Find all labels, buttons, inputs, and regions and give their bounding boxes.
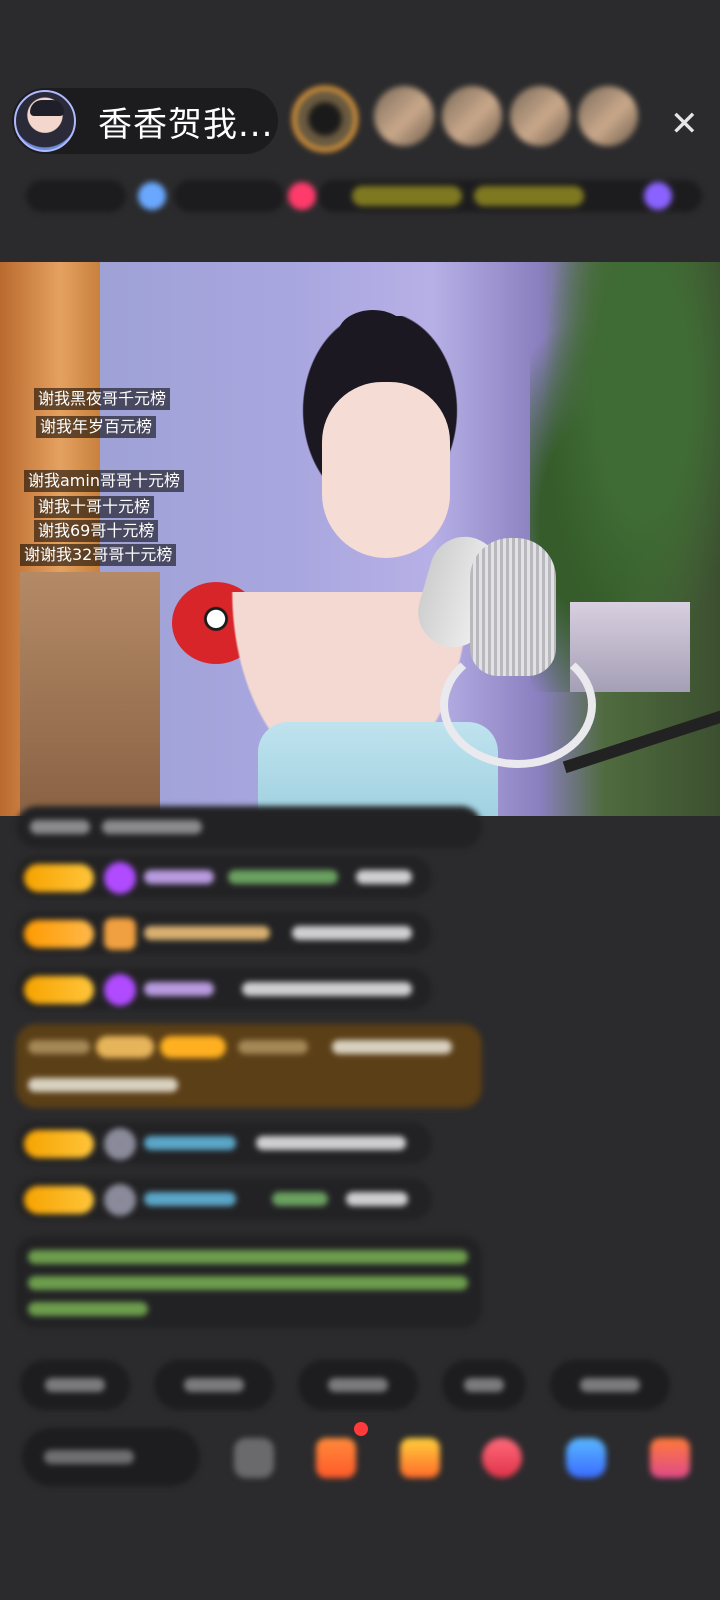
chat-message[interactable] bbox=[16, 968, 432, 1010]
quick-reply-chip[interactable] bbox=[20, 1360, 130, 1410]
emoji-icon[interactable] bbox=[234, 1438, 274, 1478]
viewer-avatar[interactable] bbox=[292, 86, 358, 152]
gem-icon bbox=[104, 862, 136, 894]
level-badge bbox=[24, 976, 94, 1004]
chat-message[interactable] bbox=[16, 1178, 432, 1220]
chat-message[interactable] bbox=[16, 912, 432, 954]
status-row bbox=[26, 176, 702, 216]
thanks-line: 谢我十哥十元榜 bbox=[34, 496, 155, 518]
level-badge bbox=[24, 864, 94, 892]
level-badge bbox=[24, 1186, 94, 1214]
quick-reply-chip[interactable] bbox=[550, 1360, 670, 1410]
level-badge bbox=[24, 1130, 94, 1158]
level-chip[interactable] bbox=[26, 180, 126, 212]
avatar-icon bbox=[104, 1128, 136, 1160]
gift-message[interactable] bbox=[16, 1024, 482, 1108]
announcement-text bbox=[474, 186, 584, 206]
chat-input[interactable] bbox=[22, 1428, 200, 1486]
notification-dot bbox=[354, 1422, 368, 1436]
viewer-avatar[interactable] bbox=[374, 86, 434, 146]
gem-icon bbox=[104, 918, 136, 950]
box-icon[interactable] bbox=[400, 1438, 440, 1478]
thanks-line: 谢谢我32哥哥十元榜 bbox=[20, 544, 177, 566]
level-badge bbox=[24, 920, 94, 948]
mic-mount bbox=[440, 642, 596, 768]
avatar-icon bbox=[104, 1184, 136, 1216]
rank-icon bbox=[138, 182, 166, 210]
quick-replies[interactable] bbox=[20, 1360, 670, 1410]
viewer-avatar[interactable] bbox=[578, 86, 638, 146]
chat-message[interactable] bbox=[16, 1122, 432, 1164]
top-viewers[interactable] bbox=[292, 86, 638, 152]
thanks-line: 谢我黑夜哥千元榜 bbox=[34, 388, 171, 410]
rank-chip[interactable] bbox=[174, 180, 284, 212]
gem-icon bbox=[104, 974, 136, 1006]
viewer-avatar[interactable] bbox=[510, 86, 570, 146]
host-info[interactable]: 香香贺我... bbox=[12, 88, 278, 154]
hot-icon bbox=[288, 182, 316, 210]
live-video[interactable]: 谢我黑夜哥千元榜 谢我年岁百元榜 谢我amin哥哥十元榜 谢我十哥十元榜 谢我6… bbox=[0, 262, 720, 816]
gift-icon[interactable] bbox=[316, 1438, 356, 1478]
streamer-face bbox=[322, 382, 450, 558]
streamer-bun bbox=[338, 310, 408, 358]
chat-message[interactable] bbox=[16, 806, 482, 848]
system-notice bbox=[16, 1236, 482, 1328]
quick-reply-chip[interactable] bbox=[298, 1360, 418, 1410]
quick-reply-chip[interactable] bbox=[154, 1360, 274, 1410]
announcement-text bbox=[352, 186, 462, 206]
thanks-line: 谢我年岁百元榜 bbox=[36, 416, 157, 438]
quick-reply-chip[interactable] bbox=[442, 1360, 526, 1410]
more-gift-icon[interactable] bbox=[650, 1438, 690, 1478]
chat-message[interactable] bbox=[16, 856, 432, 898]
thanks-line: 谢我69哥十元榜 bbox=[34, 520, 159, 542]
thanks-line: 谢我amin哥哥十元榜 bbox=[24, 470, 184, 492]
heart-icon[interactable] bbox=[482, 1438, 522, 1478]
game-icon[interactable] bbox=[566, 1438, 606, 1478]
host-avatar[interactable] bbox=[14, 90, 76, 152]
host-name: 香香贺我... bbox=[98, 104, 274, 145]
close-icon[interactable]: ✕ bbox=[670, 104, 699, 144]
fan-club-icon[interactable] bbox=[644, 182, 672, 210]
viewer-avatar[interactable] bbox=[442, 86, 502, 146]
background-box bbox=[20, 572, 160, 816]
